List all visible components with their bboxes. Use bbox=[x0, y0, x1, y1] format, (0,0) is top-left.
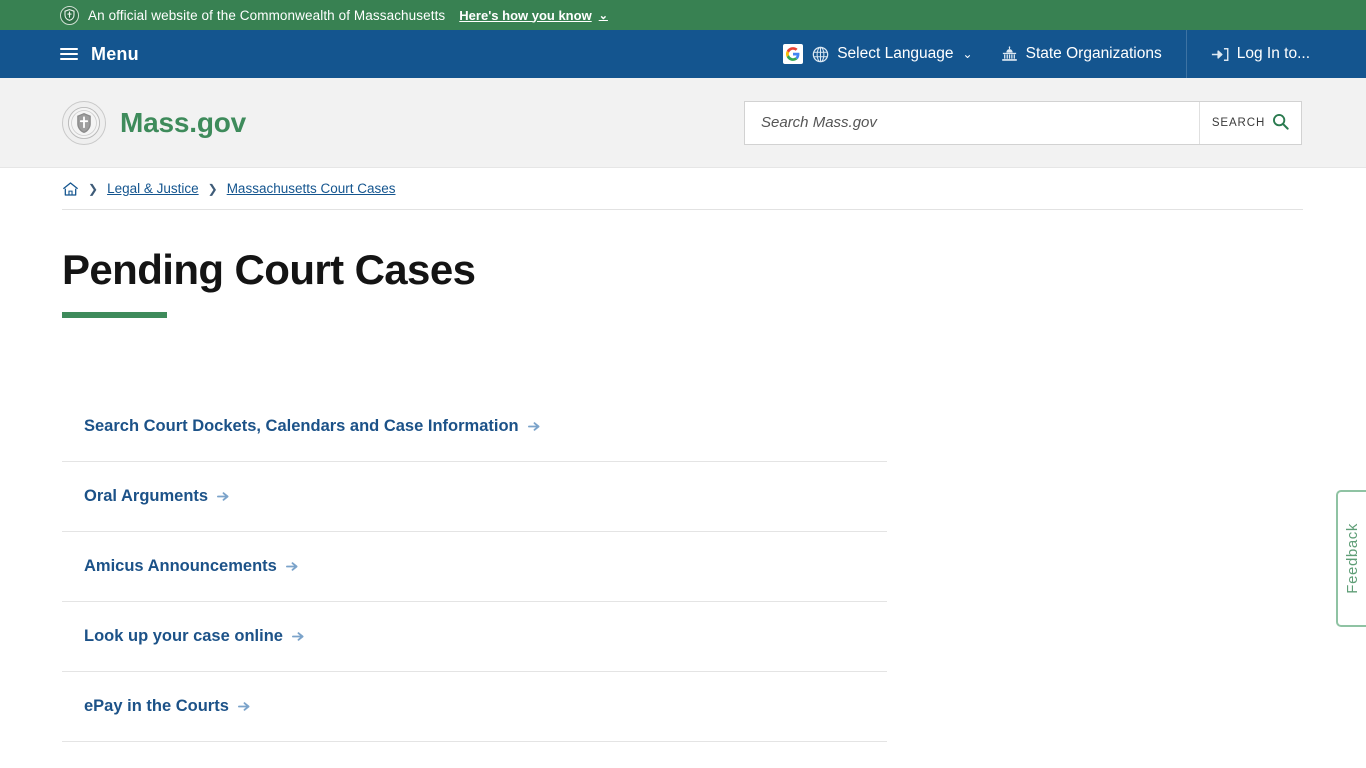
list-item-label: Look up your case online bbox=[84, 627, 283, 645]
globe-icon bbox=[812, 46, 829, 63]
home-icon[interactable] bbox=[62, 181, 79, 197]
list-item[interactable]: ePay in the Courts bbox=[62, 672, 887, 742]
heres-how-you-know-label: Here's how you know bbox=[459, 7, 592, 23]
mass-gov-home-link[interactable]: Mass.gov bbox=[0, 100, 246, 145]
arrow-right-icon bbox=[291, 630, 305, 643]
capitol-building-icon bbox=[1001, 46, 1018, 62]
magnifier-icon bbox=[1272, 113, 1289, 133]
state-organizations-link[interactable]: State Organizations bbox=[987, 30, 1176, 78]
list-item[interactable]: Search Court Dockets, Calendars and Case… bbox=[62, 392, 887, 462]
search-bar: SEARCH bbox=[744, 100, 1302, 145]
arrow-right-icon bbox=[237, 700, 251, 713]
breadcrumb-separator: ❯ bbox=[88, 181, 99, 196]
select-language-button[interactable]: Select Language ⌄ bbox=[783, 30, 986, 78]
chevron-down-icon: ⌄ bbox=[962, 47, 973, 61]
link-look-up-your-case-online[interactable]: Look up your case online bbox=[84, 627, 305, 646]
page-title: Pending Court Cases bbox=[62, 246, 476, 293]
link-amicus-announcements[interactable]: Amicus Announcements bbox=[84, 557, 299, 576]
list-item-label: Search Court Dockets, Calendars and Case… bbox=[84, 417, 519, 435]
feedback-tab[interactable]: Feedback bbox=[1336, 490, 1366, 627]
arrow-right-icon bbox=[285, 560, 299, 573]
select-language-label: Select Language bbox=[837, 45, 954, 62]
hamburger-menu-icon bbox=[60, 48, 78, 60]
menu-button[interactable]: Menu bbox=[0, 44, 139, 65]
arrow-right-icon bbox=[217, 490, 230, 503]
court-cases-link-list: Search Court Dockets, Calendars and Case… bbox=[62, 392, 887, 742]
state-organizations-label: State Organizations bbox=[1025, 45, 1162, 62]
shield-icon bbox=[60, 5, 79, 25]
link-epay-in-the-courts[interactable]: ePay in the Courts bbox=[84, 697, 251, 716]
log-in-label: Log In to... bbox=[1236, 45, 1310, 62]
nav-divider bbox=[1185, 30, 1187, 78]
search-input[interactable] bbox=[745, 101, 1199, 144]
list-item-label: Oral Arguments bbox=[84, 487, 209, 505]
search-button-label: SEARCH bbox=[1211, 116, 1266, 129]
menu-button-label: Menu bbox=[91, 43, 139, 64]
official-website-banner: An official website of the Commonwealth … bbox=[0, 0, 1366, 30]
breadcrumb-item-massachusetts-court-cases[interactable]: Massachusetts Court Cases bbox=[227, 181, 396, 196]
main-content: ❯ Legal & Justice ❯ Massachusetts Court … bbox=[0, 168, 1366, 742]
top-nav-right-group: Select Language ⌄ State Organizations Lo… bbox=[783, 30, 1366, 78]
google-translate-icon bbox=[783, 44, 804, 64]
list-item-label: Amicus Announcements bbox=[84, 557, 277, 575]
link-search-court-dockets[interactable]: Search Court Dockets, Calendars and Case… bbox=[84, 417, 541, 436]
link-oral-arguments[interactable]: Oral Arguments bbox=[84, 487, 230, 506]
search-button[interactable]: SEARCH bbox=[1199, 101, 1301, 144]
breadcrumb-separator: ❯ bbox=[207, 181, 218, 196]
breadcrumb: ❯ Legal & Justice ❯ Massachusetts Court … bbox=[62, 168, 1303, 210]
site-header: Mass.gov SEARCH bbox=[0, 78, 1366, 168]
arrow-right-icon bbox=[527, 420, 541, 433]
title-underline-rule bbox=[62, 312, 167, 318]
massachusetts-seal-icon bbox=[62, 100, 106, 145]
list-item[interactable]: Oral Arguments bbox=[62, 462, 887, 532]
login-arrow-icon bbox=[1211, 46, 1229, 63]
feedback-tab-label: Feedback bbox=[1343, 523, 1361, 594]
list-item[interactable]: Look up your case online bbox=[62, 602, 887, 672]
breadcrumb-item-legal-justice[interactable]: Legal & Justice bbox=[107, 181, 199, 196]
chevron-down-icon: ⌄ bbox=[598, 9, 608, 22]
list-item[interactable]: Amicus Announcements bbox=[62, 532, 887, 602]
top-navigation-bar: Menu Select Language ⌄ State Organizatio… bbox=[0, 30, 1366, 78]
brand-name: Mass.gov bbox=[120, 106, 246, 138]
heres-how-you-know-link[interactable]: Here's how you know ⌄ bbox=[459, 8, 608, 23]
list-item-label: ePay in the Courts bbox=[84, 697, 229, 715]
log-in-button[interactable]: Log In to... bbox=[1197, 30, 1324, 78]
official-banner-text: An official website of the Commonwealth … bbox=[88, 7, 446, 23]
